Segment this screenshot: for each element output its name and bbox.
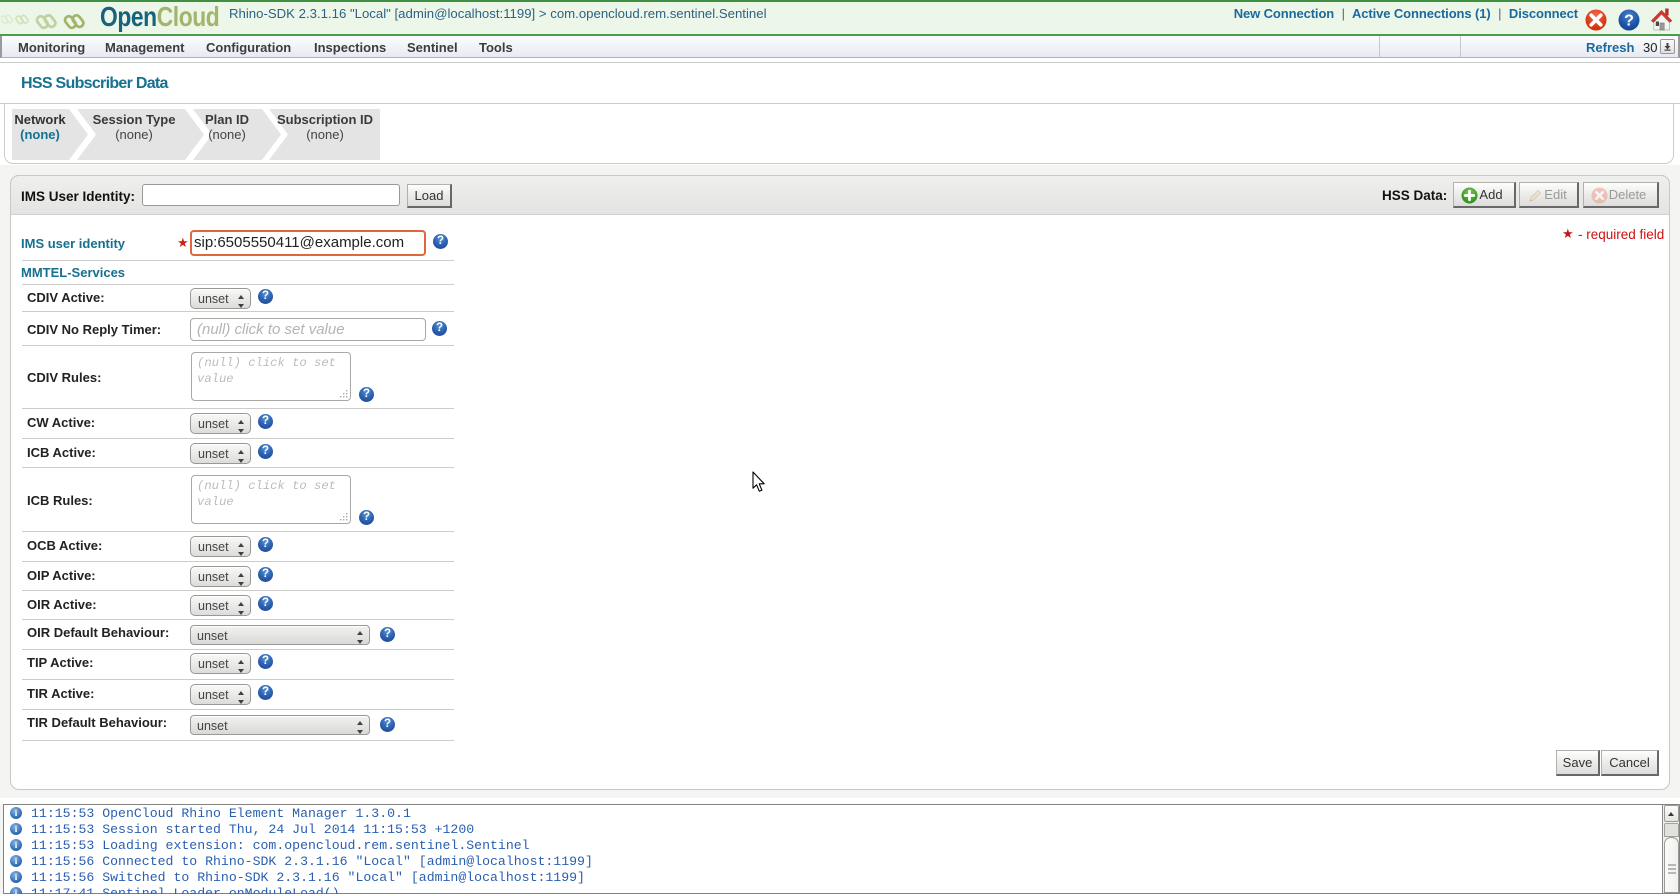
svg-text:?: ? xyxy=(1624,13,1634,30)
